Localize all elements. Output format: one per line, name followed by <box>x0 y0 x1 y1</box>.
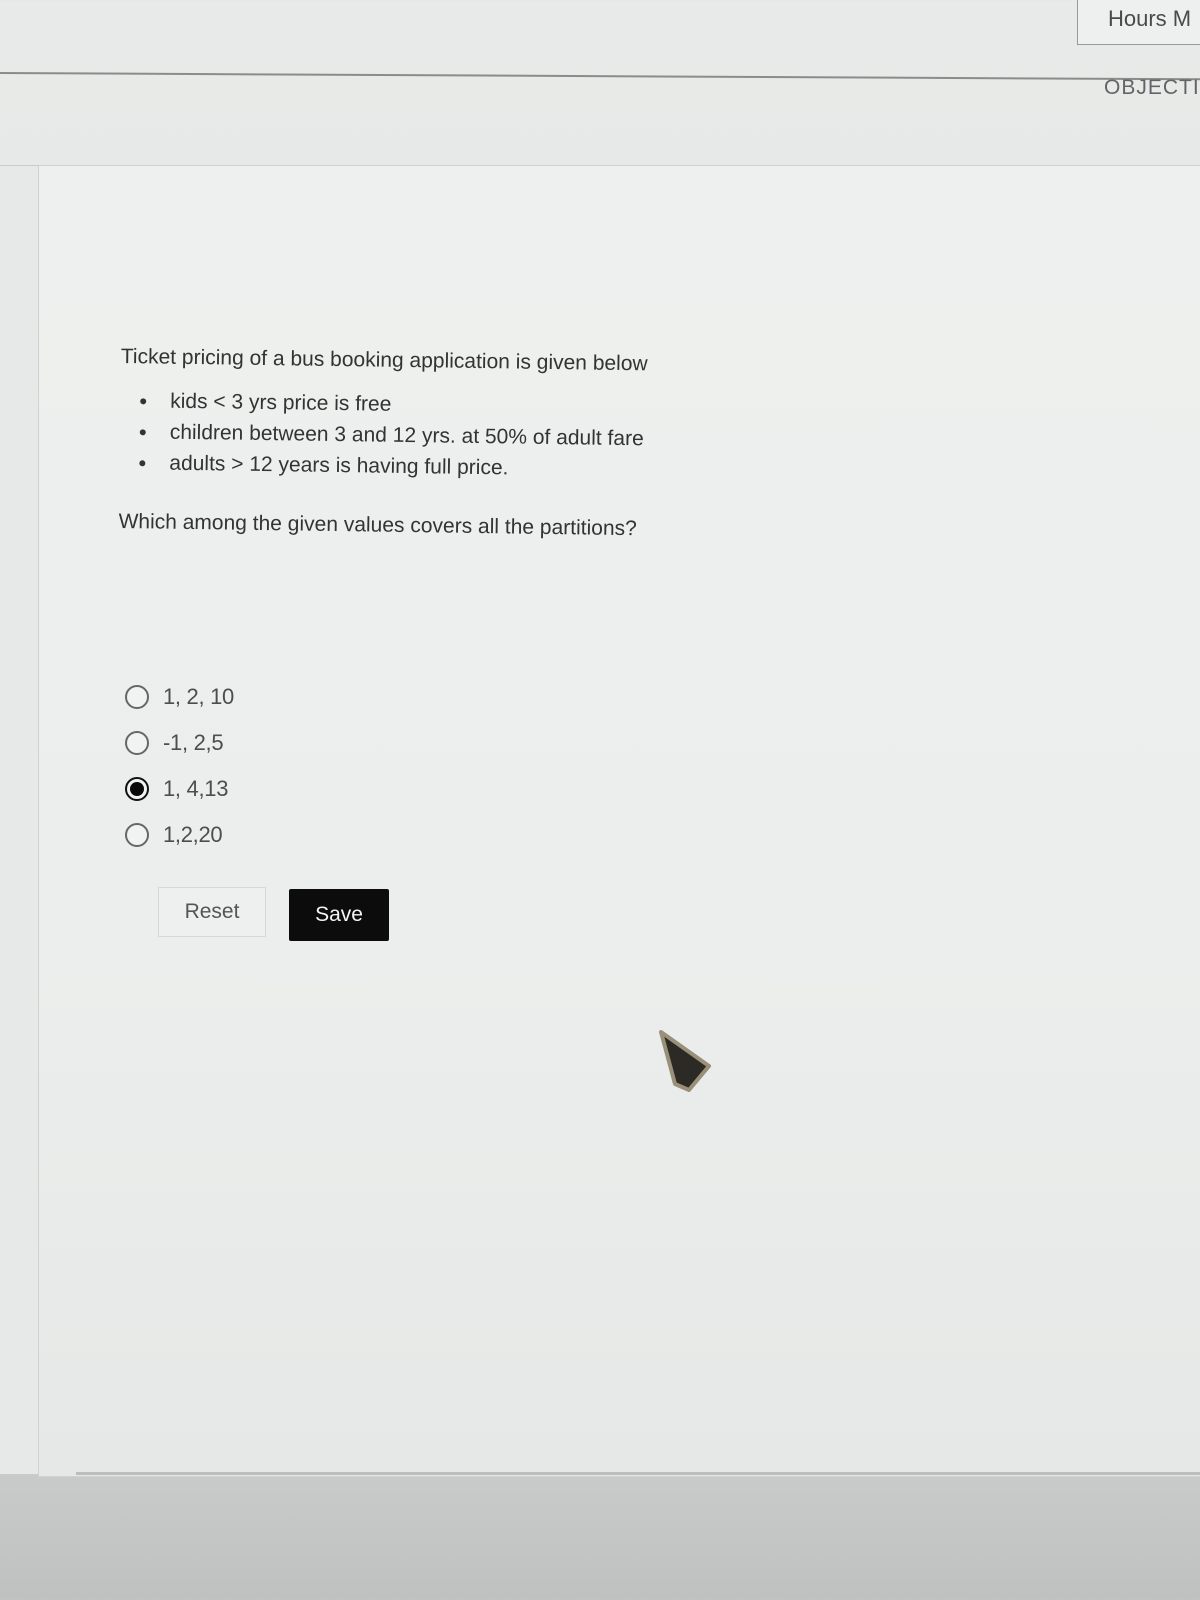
answer-option-label[interactable]: 1, 2, 10 <box>163 684 234 710</box>
question-block: Ticket pricing of a bus booking applicat… <box>118 345 761 543</box>
hours-label: Hours M <box>1108 6 1192 31</box>
tab-objective[interactable]: OBJECTIV <box>1104 76 1200 100</box>
radio-button-icon[interactable] <box>125 823 149 847</box>
radio-button-icon[interactable] <box>125 731 149 755</box>
panel-bottom-edge <box>76 1472 1200 1475</box>
radio-button-icon[interactable] <box>125 685 149 709</box>
answer-option-label[interactable]: 1,2,20 <box>163 822 223 848</box>
answer-option-label[interactable]: 1, 4,13 <box>163 776 228 802</box>
radio-button-icon[interactable] <box>125 777 149 801</box>
header-divider <box>0 72 1200 81</box>
answer-option-1[interactable]: 1, 2, 10 <box>125 674 234 720</box>
reset-button[interactable]: Reset <box>158 887 266 937</box>
mouse-pointer-icon <box>659 1030 711 1092</box>
answer-options: 1, 2, 10 -1, 2,5 1, 4,13 1,2,20 <box>125 674 234 858</box>
tab-objective-label: OBJECTIV <box>1104 76 1200 99</box>
hours-indicator: Hours M <box>1077 0 1200 45</box>
answer-option-label[interactable]: -1, 2,5 <box>163 730 224 756</box>
answer-option-3[interactable]: 1, 4,13 <box>125 766 234 812</box>
pricing-rules-list: kids < 3 yrs price is free children betw… <box>119 385 760 487</box>
save-button[interactable]: Save <box>289 889 389 941</box>
answer-option-2[interactable]: -1, 2,5 <box>125 720 234 766</box>
answer-option-4[interactable]: 1,2,20 <box>125 812 234 858</box>
